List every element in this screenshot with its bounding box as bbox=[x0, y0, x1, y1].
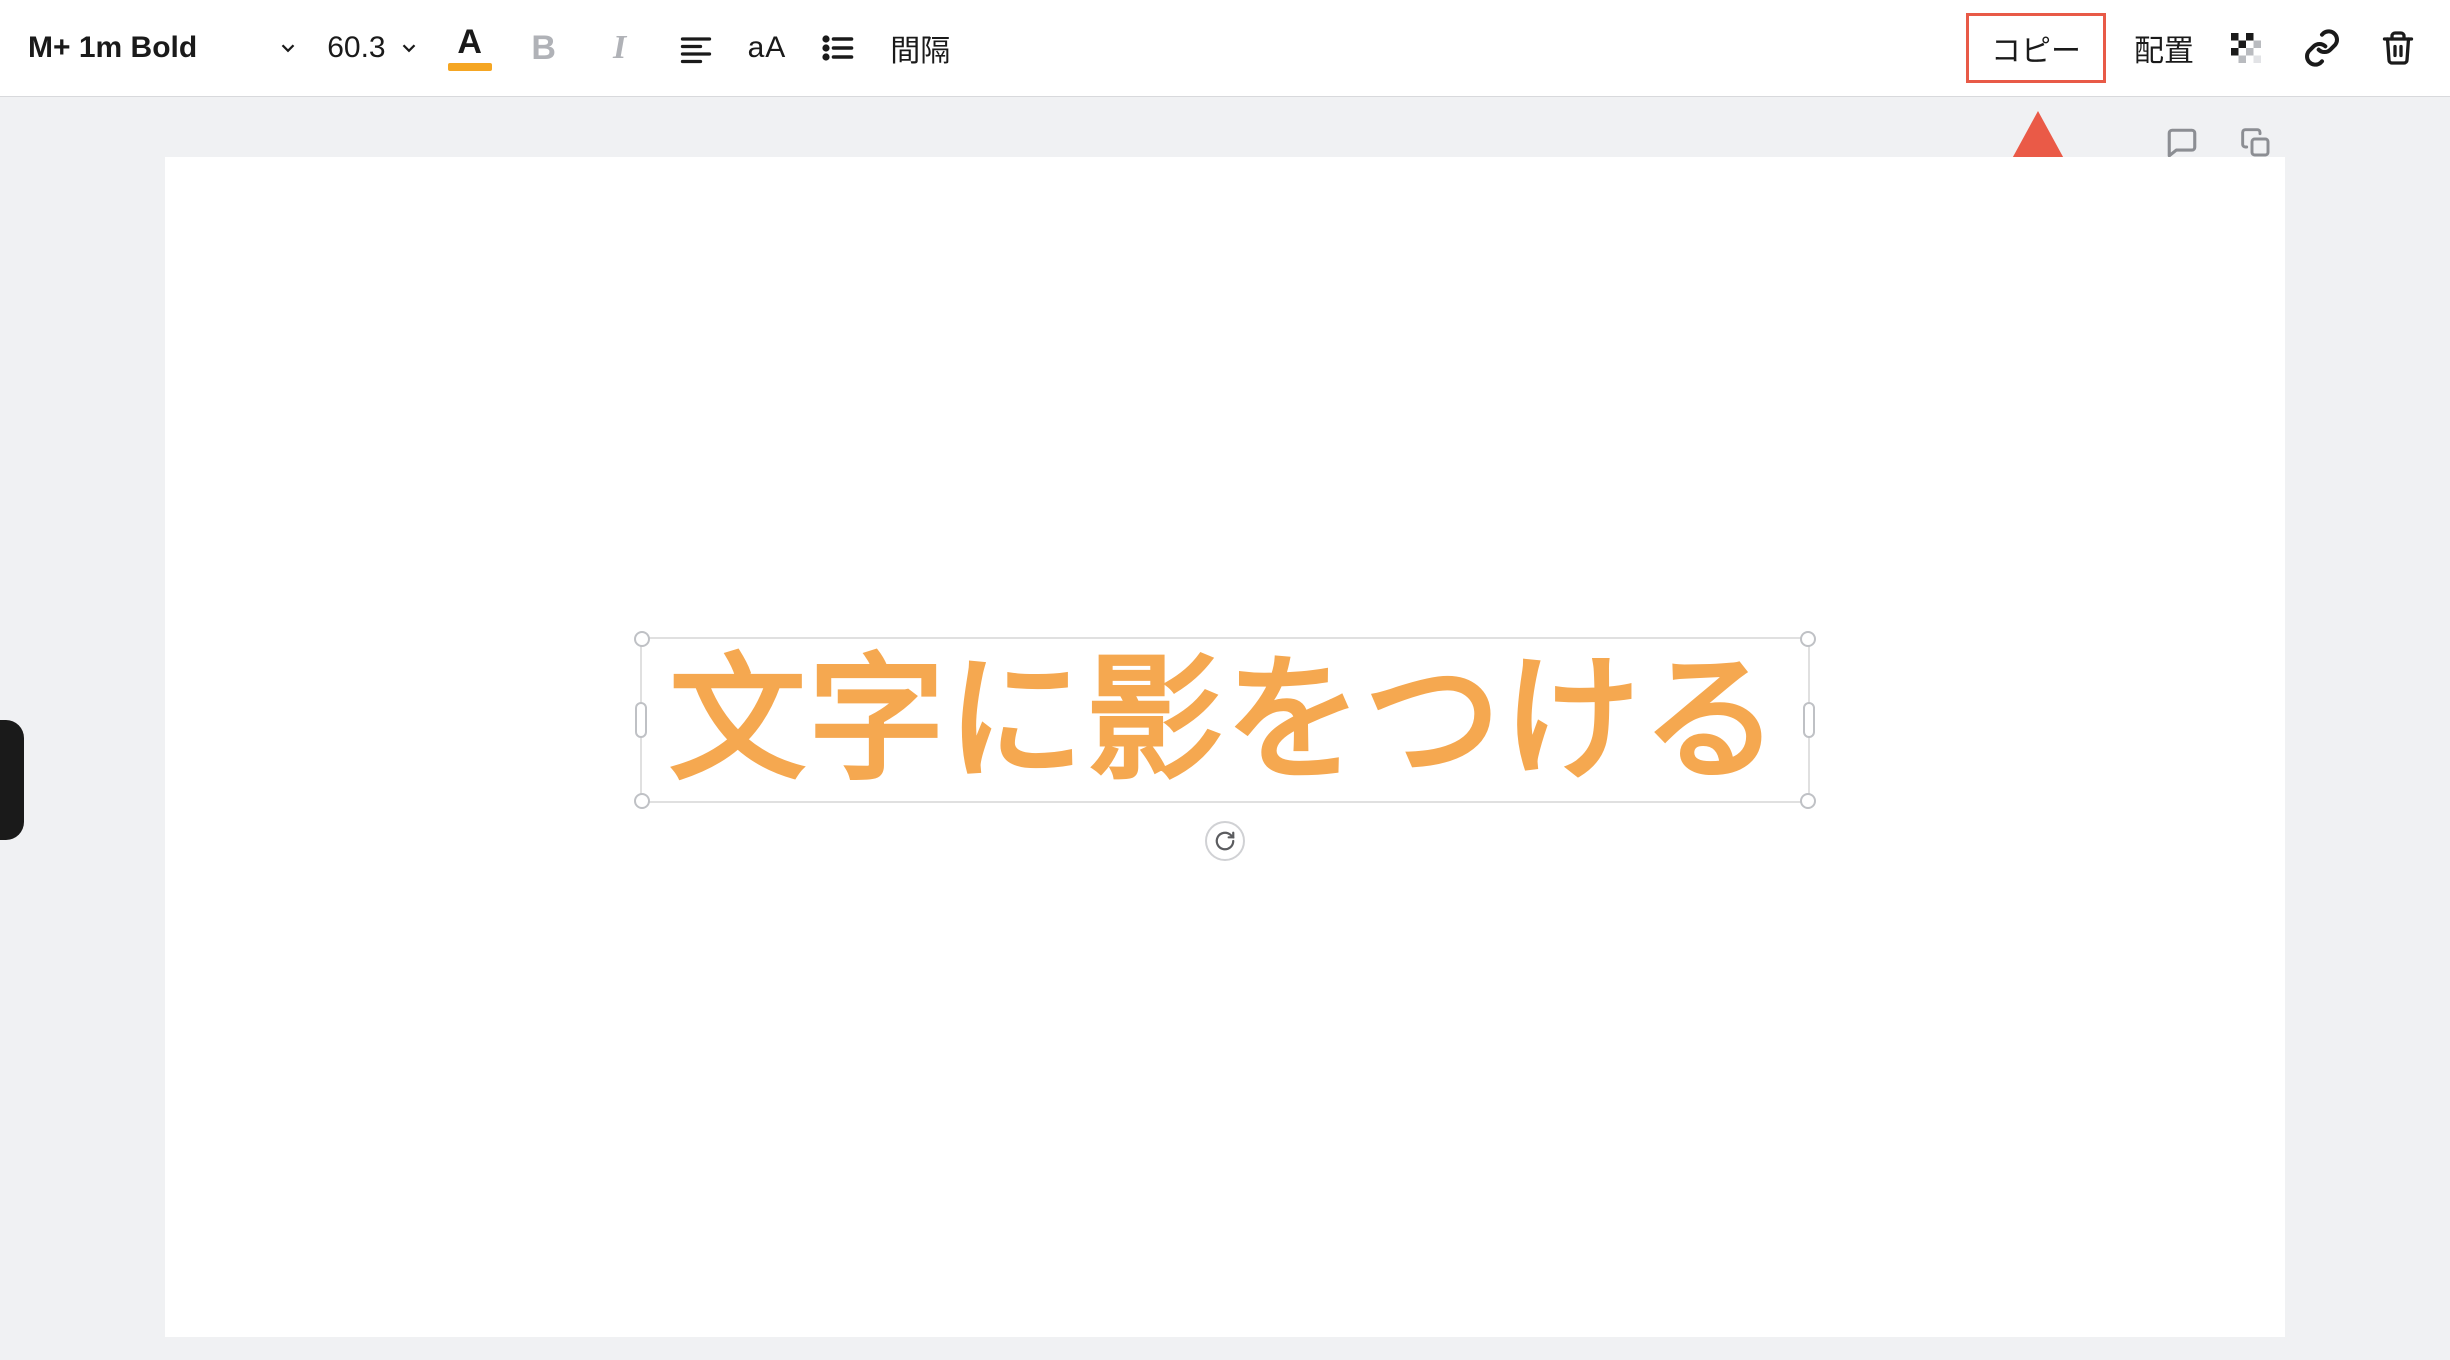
text-color-icon: A bbox=[457, 25, 482, 59]
list-icon bbox=[820, 30, 856, 66]
rotate-handle[interactable] bbox=[1205, 821, 1245, 861]
spacing-label-text: 間隔 bbox=[890, 35, 950, 68]
link-button[interactable] bbox=[2298, 24, 2346, 72]
font-size-dropdown[interactable]: 60.3 bbox=[327, 31, 419, 65]
side-panel-tab[interactable] bbox=[0, 720, 24, 840]
duplicate-icon bbox=[2240, 127, 2272, 159]
bold-button[interactable]: B bbox=[520, 24, 568, 72]
align-button[interactable] bbox=[672, 24, 720, 72]
list-button[interactable] bbox=[814, 24, 862, 72]
toolbar: M+ 1m Bold 60.3 A B I aA bbox=[0, 0, 2450, 97]
resize-handle-left[interactable] bbox=[635, 702, 647, 738]
font-family-dropdown[interactable]: M+ 1m Bold bbox=[28, 31, 299, 65]
bold-icon: B bbox=[531, 29, 556, 68]
resize-handle-top-left[interactable] bbox=[634, 631, 650, 647]
spacing-button[interactable]: 間隔 bbox=[890, 26, 950, 70]
text-color-swatch bbox=[448, 63, 492, 71]
text-color-button[interactable]: A bbox=[448, 25, 492, 71]
transparency-button[interactable] bbox=[2222, 24, 2270, 72]
text-selection-box[interactable]: 文字に影をつける bbox=[640, 637, 1810, 803]
chevron-down-icon bbox=[277, 37, 299, 59]
arrange-button[interactable]: 配置 bbox=[2134, 26, 2194, 70]
rotate-icon bbox=[1214, 830, 1236, 852]
link-icon bbox=[2302, 28, 2342, 68]
resize-handle-bottom-right[interactable] bbox=[1800, 793, 1816, 809]
resize-handle-bottom-left[interactable] bbox=[634, 793, 650, 809]
trash-icon bbox=[2380, 30, 2416, 66]
delete-button[interactable] bbox=[2374, 24, 2422, 72]
text-case-icon: aA bbox=[748, 31, 787, 64]
transparency-icon bbox=[2228, 30, 2264, 66]
arrange-label: 配置 bbox=[2134, 35, 2194, 68]
italic-icon: I bbox=[613, 29, 626, 67]
chevron-down-icon bbox=[398, 37, 420, 59]
design-canvas[interactable]: 文字に影をつける bbox=[165, 157, 2285, 1337]
copy-label: コピー bbox=[1991, 35, 2081, 68]
copy-button[interactable]: コピー bbox=[1966, 13, 2106, 83]
text-case-button[interactable]: aA bbox=[748, 31, 787, 65]
font-size-value: 60.3 bbox=[327, 31, 385, 65]
font-family-value: M+ 1m Bold bbox=[28, 31, 197, 65]
align-left-icon bbox=[678, 30, 714, 66]
text-element[interactable]: 文字に影をつける bbox=[669, 652, 1781, 789]
comment-icon bbox=[2165, 126, 2199, 160]
italic-button[interactable]: I bbox=[596, 24, 644, 72]
resize-handle-right[interactable] bbox=[1803, 702, 1815, 738]
resize-handle-top-right[interactable] bbox=[1800, 631, 1816, 647]
